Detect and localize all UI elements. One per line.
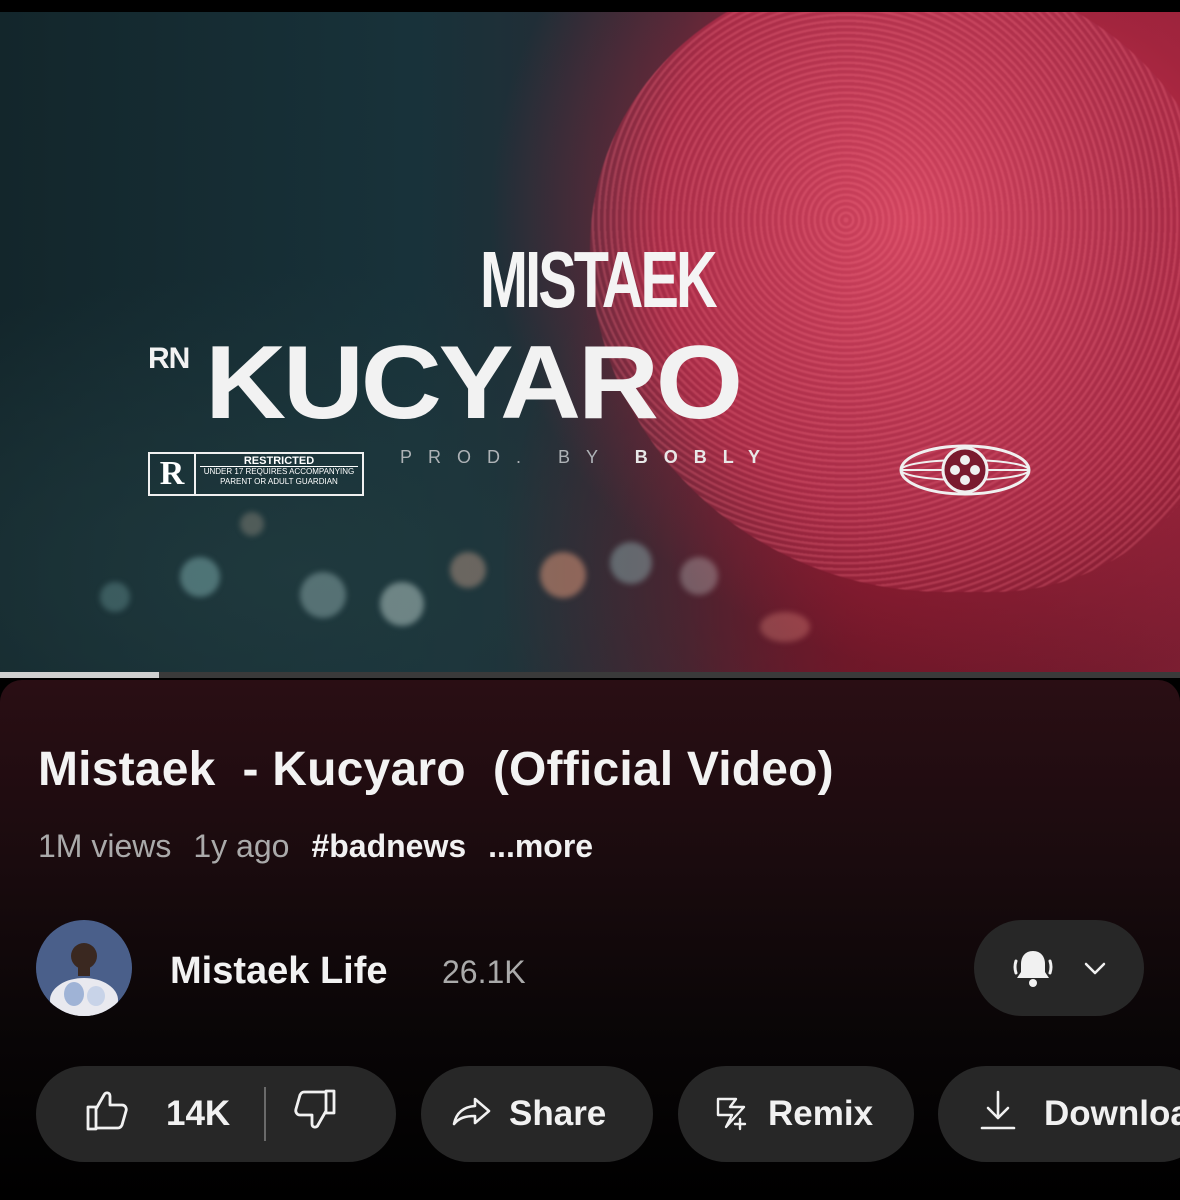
rating-letter: R — [150, 454, 196, 494]
share-button[interactable]: Share — [421, 1066, 653, 1162]
youtube-watch-page: MISTAEK RN KUCYARO PROD. BY BOBLY R REST… — [0, 0, 1180, 1200]
video-progress-bar[interactable] — [0, 672, 1180, 678]
remix-button[interactable]: Remix — [678, 1066, 914, 1162]
rating-heading: RESTRICTED — [200, 456, 358, 467]
more-description-link[interactable]: ...more — [488, 828, 593, 865]
action-bar: 14K Share Remix Downlo — [36, 1066, 1180, 1162]
download-button[interactable]: Download — [938, 1066, 1180, 1162]
like-count[interactable]: 14K — [166, 1094, 230, 1134]
channel-name[interactable]: Mistaek Life — [170, 950, 388, 993]
thumbs-down-icon — [294, 1089, 336, 1129]
film-globe-logo-icon — [899, 444, 1031, 496]
download-icon — [978, 1088, 1018, 1141]
share-label: Share — [509, 1094, 607, 1133]
share-arrow-icon — [451, 1089, 493, 1140]
rating-line2: PARENT OR ADULT GUARDIAN — [220, 477, 338, 486]
chevron-down-icon — [1084, 962, 1106, 975]
rating-line1: UNDER 17 REQUIRES ACCOMPANYING — [203, 467, 355, 476]
thumbs-up-icon — [86, 1090, 128, 1130]
like-dislike-group: 14K — [36, 1066, 396, 1162]
prod-label: PROD. BY — [400, 447, 614, 467]
like-divider — [264, 1087, 267, 1141]
rating-badge: R RESTRICTED UNDER 17 REQUIRES ACCOMPANY… — [148, 452, 364, 496]
rating-text: RESTRICTED UNDER 17 REQUIRES ACCOMPANYIN… — [196, 454, 362, 494]
download-label: Download — [1044, 1094, 1180, 1133]
dislike-button[interactable] — [290, 1085, 340, 1144]
video-title[interactable]: Mistaek - Kucyaro (Official Video) — [38, 742, 834, 797]
video-player[interactable]: MISTAEK RN KUCYARO PROD. BY BOBLY R REST… — [0, 12, 1180, 672]
channel-avatar[interactable] — [36, 920, 132, 1016]
view-count: 1M views — [38, 828, 172, 864]
remix-icon — [710, 1089, 752, 1140]
hashtag-link[interactable]: #badnews — [311, 828, 466, 865]
subscriber-count: 26.1K — [442, 954, 526, 990]
feature-logo-text: RN — [148, 342, 190, 375]
producer-credit: PROD. BY BOBLY — [400, 447, 776, 468]
video-metadata[interactable]: 1M views 1y ago #badnews ...more — [38, 828, 593, 865]
video-title-card: MISTAEK RN KUCYARO PROD. BY BOBLY R REST… — [0, 12, 1180, 672]
person-photo-icon — [36, 920, 132, 1016]
artist-logo-text: MISTAEK — [480, 235, 718, 324]
upload-age: 1y ago — [193, 828, 290, 864]
bell-ringing-icon — [1013, 951, 1053, 987]
song-logo-text: KUCYARO — [205, 325, 743, 441]
notification-bell-button[interactable] — [974, 920, 1144, 1016]
video-progress-fill — [0, 672, 160, 678]
like-button[interactable] — [82, 1085, 132, 1144]
remix-label: Remix — [768, 1094, 874, 1133]
channel-row: Mistaek Life 26.1K — [36, 920, 1146, 1020]
producer-name: BOBLY — [634, 447, 777, 467]
